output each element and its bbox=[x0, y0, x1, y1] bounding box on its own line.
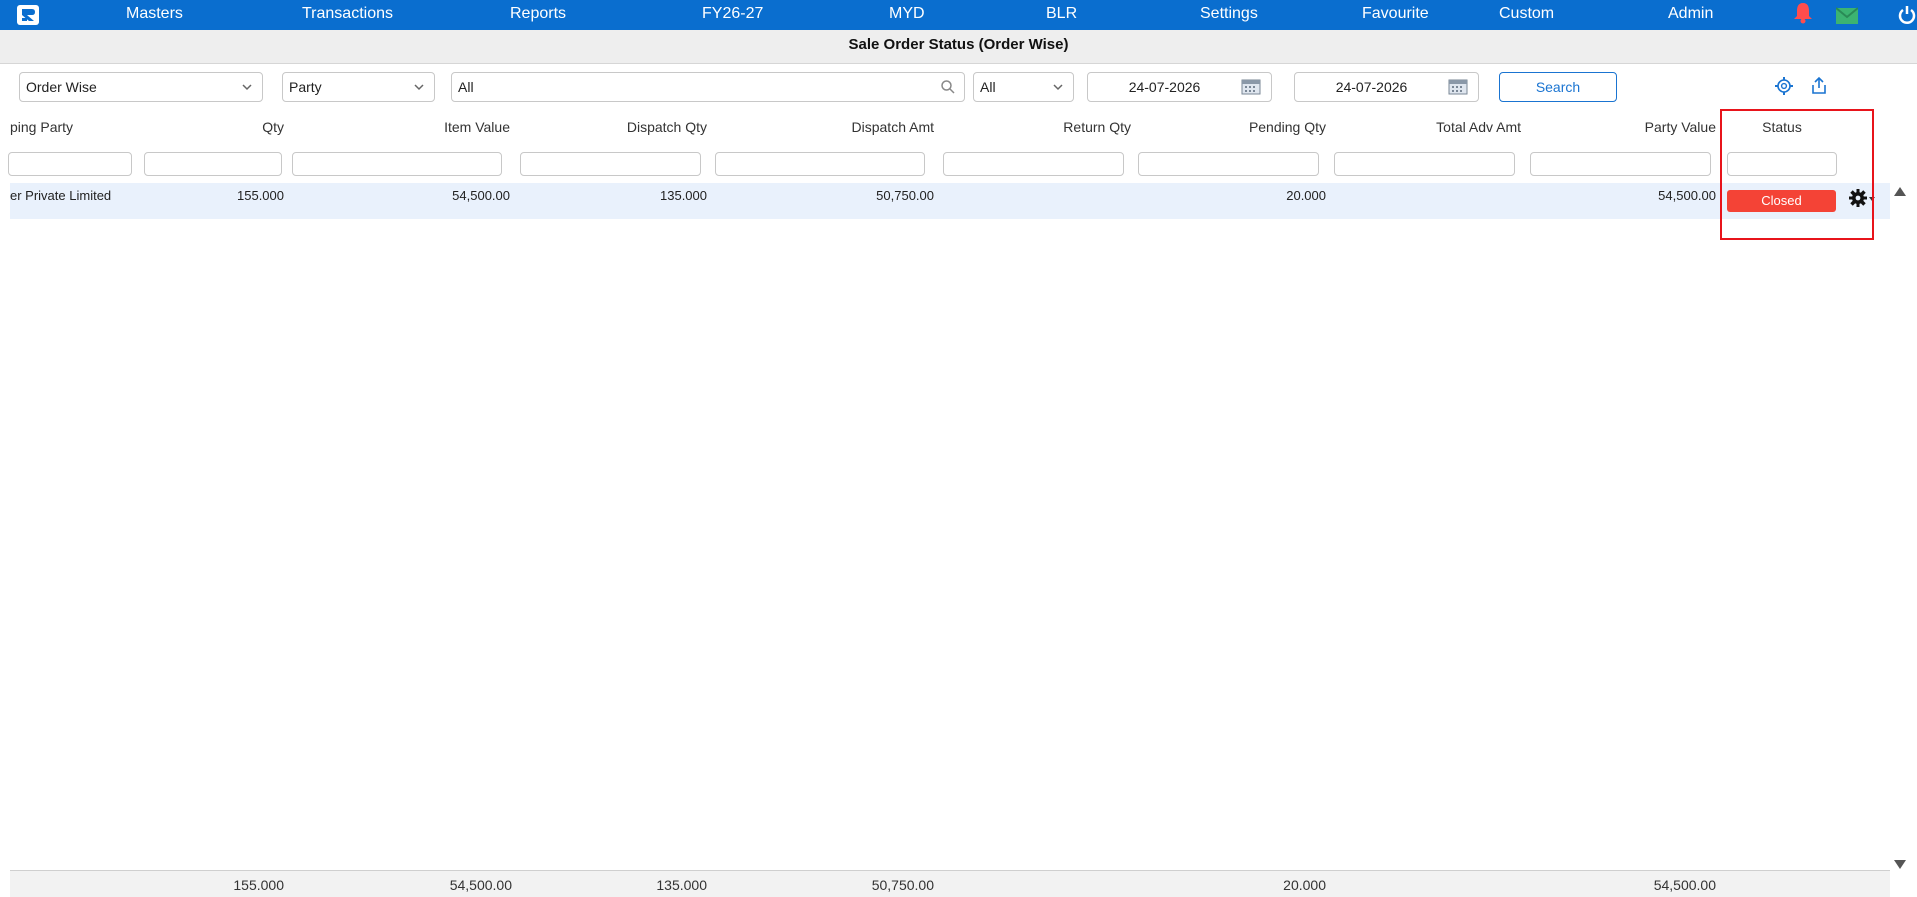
cell-dispatch-amt: 50,750.00 bbox=[876, 188, 934, 203]
cell-total-adv-amt bbox=[1336, 188, 1521, 208]
column-header-dispatch-amt[interactable]: Dispatch Amt bbox=[717, 119, 934, 139]
nav-reports[interactable]: Reports bbox=[510, 0, 566, 30]
qty-filter-input[interactable] bbox=[144, 152, 282, 176]
to-date-input[interactable]: 24-07-2026 bbox=[1294, 72, 1479, 102]
group-select-value: Party bbox=[289, 79, 322, 95]
from-date-input[interactable]: 24-07-2026 bbox=[1087, 72, 1272, 102]
to-date-value: 24-07-2026 bbox=[1335, 79, 1408, 95]
status-select-value: All bbox=[980, 79, 996, 95]
party-search-value: All bbox=[458, 79, 474, 95]
search-icon[interactable] bbox=[940, 79, 956, 95]
bell-icon[interactable] bbox=[1792, 2, 1814, 24]
search-button[interactable]: Search bbox=[1499, 72, 1617, 102]
power-icon[interactable] bbox=[1897, 5, 1917, 25]
column-header-party-value[interactable]: Party Value bbox=[1531, 119, 1716, 139]
total-dispatch-amt: 50,750.00 bbox=[871, 877, 934, 893]
cell-party: er Private Limited bbox=[10, 188, 112, 203]
total-dispatch-qty: 135.000 bbox=[656, 877, 707, 893]
calendar-icon[interactable] bbox=[1448, 79, 1468, 95]
column-header-total-adv-amt[interactable]: Total Adv Amt bbox=[1336, 119, 1521, 139]
cell-party-value: 54,500.00 bbox=[1658, 188, 1716, 203]
logo-icon[interactable] bbox=[16, 4, 40, 26]
total-adv-amt-filter-input[interactable] bbox=[1334, 152, 1515, 176]
pending-qty-filter-input[interactable] bbox=[1138, 152, 1319, 176]
nav-custom[interactable]: Custom bbox=[1499, 0, 1554, 30]
dispatch-qty-filter-input[interactable] bbox=[520, 152, 701, 176]
cell-pending-qty: 20.000 bbox=[1286, 188, 1326, 203]
vertical-scrollbar[interactable] bbox=[1890, 183, 1910, 873]
cell-dispatch-qty: 135.000 bbox=[660, 188, 707, 203]
return-qty-filter-input[interactable] bbox=[943, 152, 1124, 176]
cell-return-qty bbox=[944, 188, 1131, 208]
view-select[interactable]: Order Wise bbox=[19, 72, 263, 102]
item-value-filter-input[interactable] bbox=[292, 152, 502, 176]
party-search-input[interactable]: All bbox=[451, 72, 965, 102]
column-header-return-qty[interactable]: Return Qty bbox=[944, 119, 1131, 139]
view-select-value: Order Wise bbox=[26, 79, 97, 95]
column-header-pending-qty[interactable]: Pending Qty bbox=[1141, 119, 1326, 139]
cell-item-value: 54,500.00 bbox=[452, 188, 510, 203]
chevron-down-icon bbox=[1053, 84, 1063, 91]
dispatch-amt-filter-input[interactable] bbox=[715, 152, 925, 176]
group-select[interactable]: Party bbox=[282, 72, 435, 102]
nav-settings[interactable]: Settings bbox=[1200, 0, 1258, 30]
page-title: Sale Order Status (Order Wise) bbox=[0, 30, 1917, 64]
status-column-highlight bbox=[1720, 109, 1874, 240]
gear-icon[interactable] bbox=[1774, 76, 1794, 96]
column-header-qty[interactable]: Qty bbox=[150, 119, 284, 139]
chevron-down-icon bbox=[414, 84, 424, 91]
nav-masters[interactable]: Masters bbox=[126, 0, 183, 30]
party-filter-input[interactable] bbox=[8, 152, 132, 176]
column-header-item-value[interactable]: Item Value bbox=[300, 119, 510, 139]
chevron-down-icon bbox=[242, 84, 252, 91]
total-pending-qty: 20.000 bbox=[1283, 877, 1326, 893]
from-date-value: 24-07-2026 bbox=[1128, 79, 1201, 95]
scroll-down-icon[interactable] bbox=[1894, 860, 1906, 869]
nav-blr[interactable]: BLR bbox=[1046, 0, 1077, 30]
total-item-value: 54,500.00 bbox=[449, 877, 512, 893]
export-icon[interactable] bbox=[1809, 76, 1829, 96]
party-value-filter-input[interactable] bbox=[1530, 152, 1711, 176]
mail-icon[interactable] bbox=[1836, 5, 1858, 27]
scroll-up-icon[interactable] bbox=[1894, 187, 1906, 196]
column-header-party[interactable]: ping Party bbox=[10, 119, 110, 139]
nav-favourite[interactable]: Favourite bbox=[1362, 0, 1429, 30]
nav-fy26-27[interactable]: FY26-27 bbox=[702, 0, 763, 30]
nav-admin[interactable]: Admin bbox=[1668, 0, 1713, 30]
status-select[interactable]: All bbox=[973, 72, 1074, 102]
cell-qty: 155.000 bbox=[237, 188, 284, 203]
total-party-value: 54,500.00 bbox=[1653, 877, 1716, 893]
calendar-icon[interactable] bbox=[1241, 79, 1261, 95]
top-nav-bar: Masters Transactions Reports FY26-27 MYD… bbox=[0, 0, 1917, 30]
nav-transactions[interactable]: Transactions bbox=[302, 0, 393, 30]
nav-myd[interactable]: MYD bbox=[889, 0, 925, 30]
total-qty: 155.000 bbox=[233, 877, 284, 893]
column-header-dispatch-qty[interactable]: Dispatch Qty bbox=[520, 119, 707, 139]
app-window: Masters Transactions Reports FY26-27 MYD… bbox=[0, 0, 1917, 897]
